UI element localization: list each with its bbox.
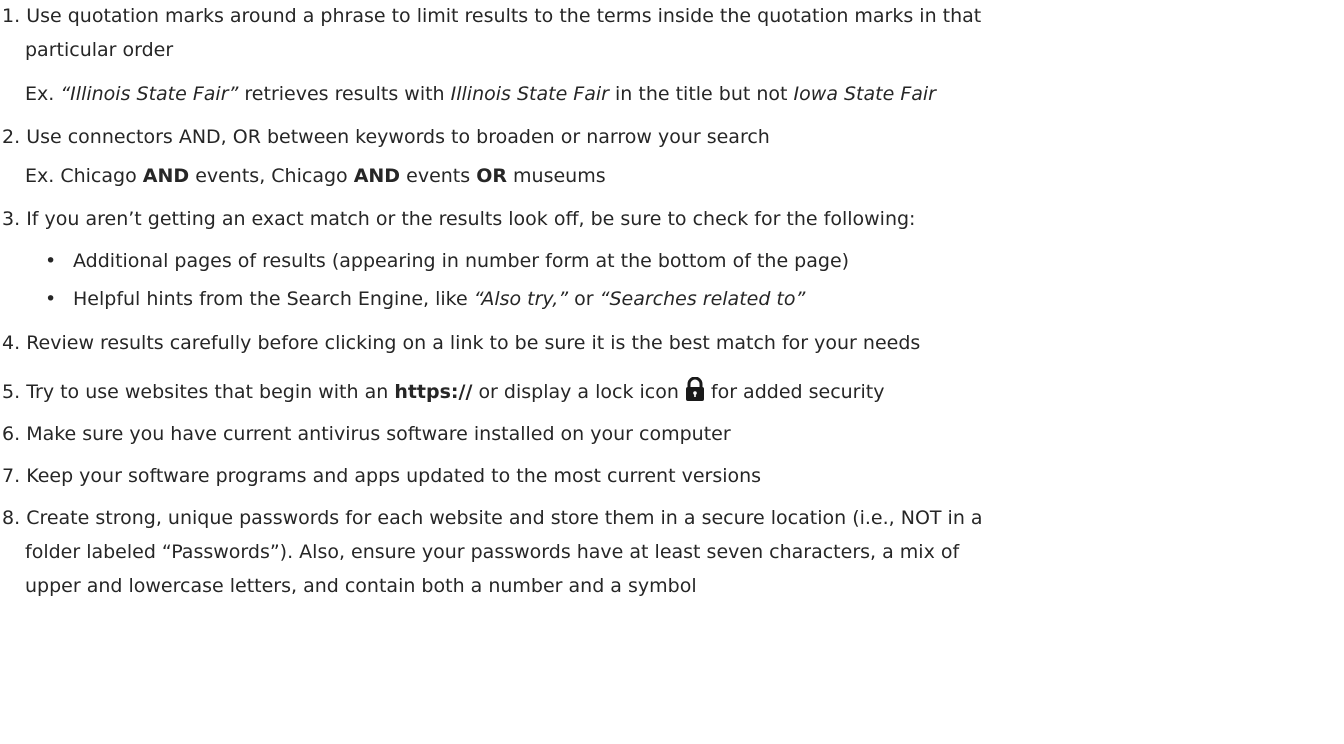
item-8-line-1: 8. Create strong, unique passwords for e…	[2, 504, 983, 532]
https-text: https://	[394, 381, 473, 403]
item-1-line-1: 1. Use quotation marks around a phrase t…	[2, 2, 981, 30]
item-3-text: If you aren’t getting an exact match or …	[26, 208, 916, 230]
item-5-line: 5. Try to use websites that begin with a…	[2, 376, 884, 409]
item-3-line: 3. If you aren’t getting an exact match …	[2, 205, 915, 233]
item-7-line: 7. Keep your software programs and apps …	[2, 462, 761, 490]
item-4-line: 4. Review results carefully before click…	[2, 329, 920, 357]
item-6-text: Make sure you have current antivirus sof…	[26, 423, 731, 445]
item-1-text-1: Use quotation marks around a phrase to l…	[26, 5, 982, 27]
item-3-bullet-1: Additional pages of results (appearing i…	[73, 250, 850, 272]
item-3-number: 3.	[2, 208, 21, 230]
item-8-number: 8.	[2, 507, 21, 529]
item-5-number: 5.	[2, 381, 21, 403]
item-1-number: 1.	[2, 5, 21, 27]
item-8-line-3: upper and lowercase letters, and contain…	[25, 575, 697, 597]
item-7-text: Keep your software programs and apps upd…	[26, 465, 762, 487]
item-6-number: 6.	[2, 423, 21, 445]
item-4-number: 4.	[2, 332, 21, 354]
item-2-number: 2.	[2, 126, 21, 148]
bullet-icon: •	[45, 250, 57, 272]
bullet-icon: •	[45, 288, 57, 310]
item-3-bullet-2: Helpful hints from the Search Engine, li…	[73, 288, 806, 310]
item-2-example: Ex. Chicago AND events, Chicago AND even…	[25, 165, 606, 187]
item-1-example: Ex. “Illinois State Fair” retrieves resu…	[25, 83, 936, 105]
item-7-number: 7.	[2, 465, 21, 487]
item-8-text-1: Create strong, unique passwords for each…	[26, 507, 983, 529]
item-8-line-2: folder labeled “Passwords”). Also, ensur…	[25, 541, 960, 563]
item-1-line-2: particular order	[25, 39, 174, 61]
item-4-text: Review results carefully before clicking…	[26, 332, 921, 354]
item-2-text: Use connectors AND, OR between keywords …	[26, 126, 770, 148]
lock-icon	[685, 376, 705, 409]
item-2-line: 2. Use connectors AND, OR between keywor…	[2, 123, 770, 151]
tips-page: 1. Use quotation marks around a phrase t…	[0, 0, 1344, 744]
item-6-line: 6. Make sure you have current antivirus …	[2, 420, 731, 448]
